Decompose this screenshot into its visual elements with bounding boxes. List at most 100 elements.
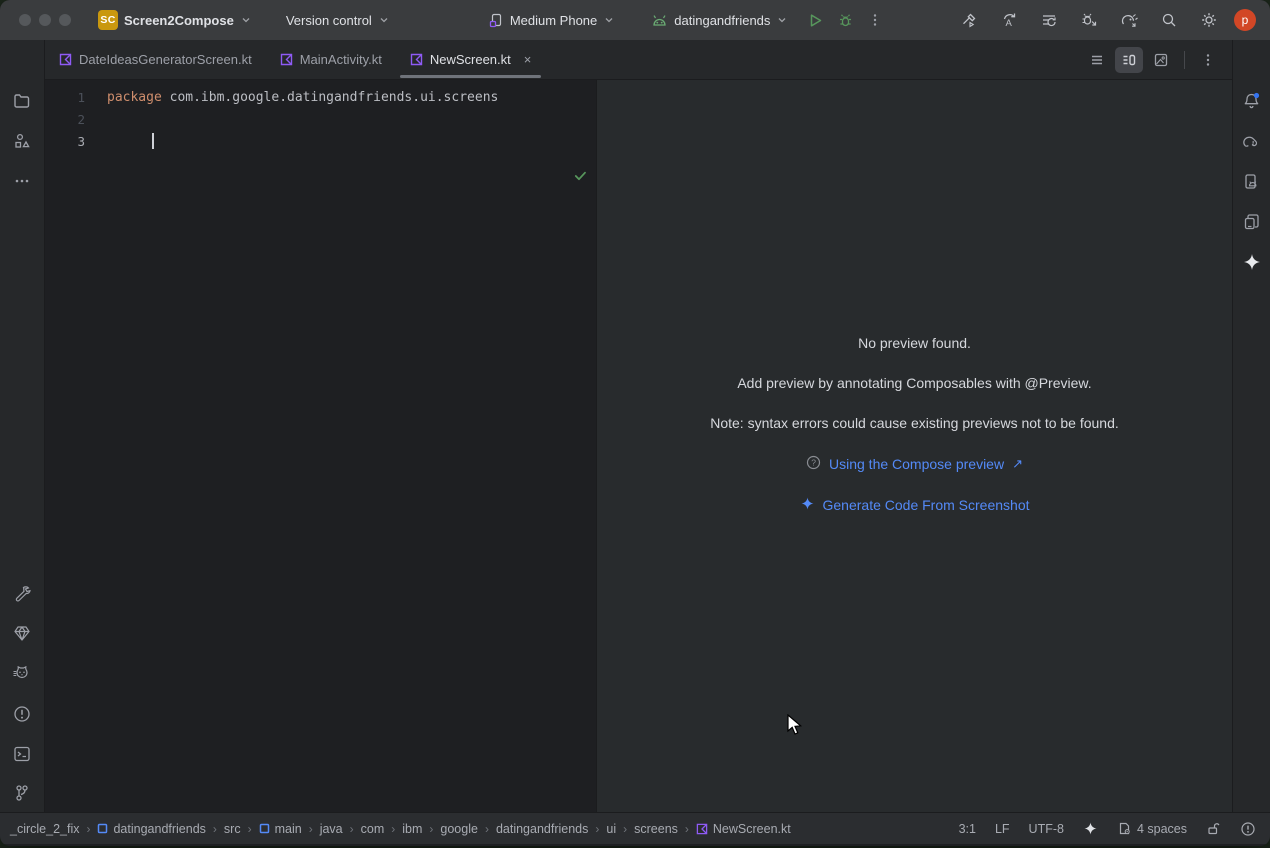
tab-mainactivity[interactable]: MainActivity.kt: [266, 40, 396, 79]
breadcrumb-item[interactable]: ibm: [402, 822, 422, 836]
kotlin-file-icon: [59, 53, 72, 66]
profile-avatar[interactable]: p: [1234, 9, 1256, 31]
breadcrumb-item-module[interactable]: main: [259, 822, 302, 836]
titlebar: SC Screen2Compose Version control Medium…: [0, 0, 1270, 40]
module-icon: [97, 823, 108, 834]
chevron-down-icon: [776, 14, 788, 26]
svg-text:A: A: [1006, 18, 1013, 29]
split-view-button[interactable]: [1115, 47, 1143, 73]
window-controls[interactable]: [19, 14, 71, 26]
gradle-sync-icon[interactable]: [1114, 5, 1144, 35]
app-quality-insights-tool-button[interactable]: [7, 618, 37, 648]
unlock-icon[interactable]: [1206, 821, 1221, 836]
editor-options-button[interactable]: [1194, 47, 1222, 73]
close-window-button[interactable]: [19, 14, 31, 26]
settings-gear-icon[interactable]: [1194, 5, 1224, 35]
version-control-tool-button[interactable]: [7, 778, 37, 808]
compose-preview-panel: No preview found. Add preview by annotat…: [596, 80, 1232, 812]
preview-message-2: Add preview by annotating Composables wi…: [597, 375, 1232, 391]
module-icon: [259, 823, 270, 834]
gemini-status-icon[interactable]: [1083, 821, 1098, 836]
compose-preview-help-link[interactable]: Using the Compose preview: [829, 456, 1004, 472]
encoding-widget[interactable]: UTF-8: [1029, 822, 1064, 836]
tab-dateideasgeneratorscreen[interactable]: DateIdeasGeneratorScreen.kt: [45, 40, 266, 79]
code-line-3: 3: [45, 130, 596, 152]
version-control-widget[interactable]: Version control: [286, 13, 390, 28]
gemini-tool-button[interactable]: [1237, 247, 1267, 277]
right-tool-strip: [1232, 40, 1270, 812]
minimize-window-button[interactable]: [39, 14, 51, 26]
breadcrumb[interactable]: _circle_2_fix › datingandfriends › src ›…: [10, 822, 791, 836]
kotlin-file-icon: [410, 53, 423, 66]
code-text: package com.ibm.google.datingandfriends.…: [107, 90, 498, 105]
sync-list-icon[interactable]: [1034, 5, 1064, 35]
debug-button[interactable]: [830, 5, 860, 35]
project-name: Screen2Compose: [124, 13, 234, 28]
chevron-down-icon: [603, 14, 615, 26]
line-separator-widget[interactable]: LF: [995, 822, 1010, 836]
ide-window: SC Screen2Compose Version control Medium…: [0, 0, 1270, 846]
project-icon: SC: [98, 10, 118, 30]
notifications-button[interactable]: [1237, 86, 1267, 116]
run-button[interactable]: [800, 5, 830, 35]
apply-changes-icon[interactable]: A: [994, 5, 1024, 35]
indent-widget[interactable]: 4 spaces: [1117, 821, 1187, 836]
code-line-1: 1 package com.ibm.google.datingandfriend…: [45, 86, 596, 108]
structure-tool-button[interactable]: [7, 126, 37, 156]
run-configuration-label: datingandfriends: [674, 13, 770, 28]
keyword: package: [107, 90, 162, 105]
build-run-icon[interactable]: [954, 5, 984, 35]
more-actions-button[interactable]: [860, 5, 890, 35]
text-caret: [152, 133, 154, 149]
code-line-2: 2: [45, 108, 596, 130]
line-number: 1: [45, 90, 107, 105]
breadcrumb-item-file[interactable]: NewScreen.kt: [696, 822, 791, 836]
android-head-icon: [651, 13, 668, 28]
kotlin-file-icon: [696, 823, 708, 835]
project-widget[interactable]: SC Screen2Compose: [98, 10, 252, 30]
project-tool-button[interactable]: [7, 86, 37, 116]
divider: [1184, 51, 1185, 69]
design-view-button[interactable]: [1147, 47, 1175, 73]
more-tool-windows-button[interactable]: [7, 166, 37, 196]
file-settings-icon: [1117, 821, 1132, 836]
maximize-window-button[interactable]: [59, 14, 71, 26]
gradle-tool-button[interactable]: [1237, 127, 1267, 157]
build-tool-button[interactable]: [7, 579, 37, 609]
breadcrumb-item[interactable]: datingandfriends: [496, 822, 588, 836]
kotlin-file-icon: [280, 53, 293, 66]
close-tab-icon[interactable]: ×: [524, 52, 532, 67]
phone-device-icon: [488, 12, 504, 28]
inspection-ok-check-icon[interactable]: [573, 168, 588, 187]
attach-debugger-icon[interactable]: [1074, 5, 1104, 35]
logcat-tool-button[interactable]: [7, 659, 37, 689]
breadcrumb-item[interactable]: screens: [634, 822, 678, 836]
editor-tab-bar: DateIdeasGeneratorScreen.kt MainActivity…: [45, 40, 1232, 80]
running-devices-tool-button[interactable]: [1237, 207, 1267, 237]
problems-tool-button[interactable]: [7, 699, 37, 729]
error-status-icon[interactable]: [1240, 821, 1256, 837]
run-configuration-selector[interactable]: datingandfriends: [651, 13, 788, 28]
terminal-tool-button[interactable]: [7, 739, 37, 769]
breadcrumb-item[interactable]: com: [361, 822, 385, 836]
breadcrumb-item[interactable]: _circle_2_fix: [10, 822, 79, 836]
generate-code-from-screenshot-link[interactable]: Generate Code From Screenshot: [823, 497, 1030, 513]
breadcrumb-item[interactable]: src: [224, 822, 241, 836]
search-icon[interactable]: [1154, 5, 1184, 35]
breadcrumb-item[interactable]: ui: [606, 822, 616, 836]
breadcrumb-item[interactable]: java: [320, 822, 343, 836]
code-editor[interactable]: 1 package com.ibm.google.datingandfriend…: [45, 80, 596, 812]
chevron-down-icon: [378, 14, 390, 26]
preview-message-3: Note: syntax errors could cause existing…: [597, 415, 1232, 431]
tab-label: DateIdeasGeneratorScreen.kt: [79, 52, 252, 67]
breadcrumb-separator: ›: [86, 822, 90, 836]
breadcrumb-item-module[interactable]: datingandfriends: [97, 822, 205, 836]
line-number-current: 3: [45, 134, 107, 149]
tab-newscreen[interactable]: NewScreen.kt ×: [396, 40, 546, 79]
device-manager-tool-button[interactable]: [1237, 167, 1267, 197]
preview-message-1: No preview found.: [597, 335, 1232, 351]
device-selector[interactable]: Medium Phone: [488, 12, 615, 28]
cursor-position-widget[interactable]: 3:1: [959, 822, 976, 836]
breadcrumb-item[interactable]: google: [440, 822, 478, 836]
code-view-button[interactable]: [1083, 47, 1111, 73]
